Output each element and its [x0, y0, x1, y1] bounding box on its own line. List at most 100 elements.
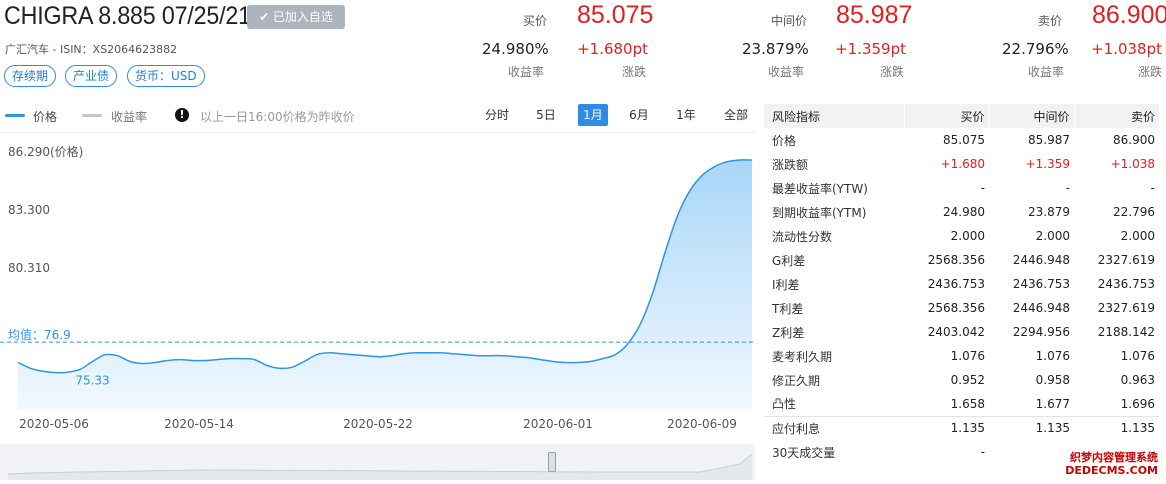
bid-price: 85.075 — [577, 1, 654, 29]
x-tick-label: 2020-05-22 — [343, 417, 413, 431]
row-mid: 2436.753 — [1012, 277, 1070, 291]
row-mid: 1.076 — [1035, 349, 1070, 363]
tag-bond-type[interactable]: 产业债 — [65, 65, 118, 87]
row-mid: 2446.948 — [1012, 253, 1070, 267]
price-legend-label[interactable]: 价格 — [33, 108, 57, 125]
ask-change-label: 涨跌 — [1138, 65, 1163, 79]
range-5d-button[interactable]: 5日 — [529, 104, 563, 126]
min-label: 75.33 — [75, 374, 109, 388]
row-bid: +1.680 — [940, 157, 985, 171]
row-bid: 1.135 — [904, 415, 989, 440]
risk-indicator-table: 风险指标 买价 中间价 卖价 价格 85.075 85.987 86.900 涨跌额 +1… — [764, 104, 1159, 464]
table-row: G利差 2568.356 2446.948 2327.619 — [764, 248, 1159, 272]
range-1y-button[interactable]: 1年 — [669, 104, 703, 126]
table-row: 麦考利久期 1.076 1.076 1.076 — [764, 344, 1159, 368]
table-row: I利差 2436.753 2436.753 2436.753 — [764, 272, 1159, 296]
row-label: I利差 — [772, 277, 800, 292]
x-tick-label: 2020-06-01 — [523, 417, 593, 431]
mid-yield: 23.879% — [742, 40, 809, 58]
table-row: 到期收益率(YTM) 24.980 23.879 22.796 — [764, 200, 1159, 224]
watermark: 织梦内容管理系统 DEDECMS.COM — [1065, 451, 1158, 477]
row-bid: 2.000 — [950, 229, 985, 243]
ask-yield-label: 收益率 — [1028, 65, 1065, 79]
x-tick-label: 2020-05-14 — [164, 417, 234, 431]
navigator-handle[interactable] — [548, 452, 556, 472]
tag-currency[interactable]: 货币：USD — [127, 65, 205, 87]
row-ask: 1.135 — [1074, 415, 1159, 440]
row-label: G利差 — [772, 253, 806, 268]
x-tick-label: 2020-05-06 — [19, 417, 89, 431]
bid-label: 买价 — [522, 14, 547, 28]
table-row: T利差 2568.356 2446.948 2327.619 — [764, 296, 1159, 320]
range-intraday-button[interactable]: 分时 — [479, 104, 515, 126]
price-legend-swatch[interactable] — [5, 114, 25, 117]
ask-yield: 22.796% — [1002, 40, 1069, 58]
mid-change-label: 涨跌 — [880, 65, 905, 79]
range-navigator[interactable] — [0, 444, 755, 480]
bid-change-label: 涨跌 — [622, 65, 647, 79]
col-header-bid: 买价 — [903, 104, 989, 128]
row-mid: 2446.948 — [1012, 301, 1070, 315]
table-row: 凸性 1.658 1.677 1.696 — [764, 392, 1159, 416]
price-chart[interactable]: 均值：76.9 75.33 86.290(价格) 83.300 80.310 2020-0… — [0, 132, 755, 432]
row-mid: 1.135 — [989, 415, 1074, 440]
row-ask: 86.900 — [1113, 133, 1155, 147]
table-row: 最差收益率(YTW) - - - — [764, 176, 1159, 200]
mid-label: 中间价 — [770, 14, 807, 28]
row-ask: 2436.753 — [1097, 277, 1155, 291]
row-bid: 2403.042 — [927, 325, 985, 339]
row-mid: - — [1065, 181, 1070, 195]
range-all-button[interactable]: 全部 — [717, 104, 755, 126]
row-label: Z利差 — [772, 325, 805, 340]
watermark-line-1: 织梦内容管理系统 — [1070, 451, 1158, 464]
row-bid: 2568.356 — [927, 301, 985, 315]
row-label: 最差收益率(YTW) — [772, 181, 868, 196]
yield-legend-swatch[interactable] — [82, 114, 102, 117]
yield-legend-label[interactable]: 收益率 — [111, 108, 147, 125]
mid-price: 85.987 — [836, 1, 913, 29]
row-label: 凸性 — [772, 397, 797, 412]
mid-yield-label: 收益率 — [768, 65, 805, 79]
added-to-watchlist-button[interactable]: ✔ 已加入自选 — [247, 5, 345, 29]
info-icon: ! — [175, 108, 189, 122]
bid-yield: 24.980% — [482, 40, 549, 58]
row-bid: - — [980, 181, 985, 195]
row-label: 流动性分数 — [772, 229, 833, 244]
watermark-line-2: DEDECMS.COM — [1065, 464, 1158, 477]
ask-price: 86.900 — [1092, 1, 1166, 29]
row-ask: 2.000 — [1120, 229, 1155, 243]
row-mid: +1.359 — [1025, 157, 1070, 171]
row-ask: 22.796 — [1113, 205, 1155, 219]
tag-status[interactable]: 存续期 — [4, 65, 57, 87]
table-header-row: 风险指标 买价 中间价 卖价 — [764, 104, 1159, 128]
row-bid: 1.076 — [950, 349, 985, 363]
range-6m-button[interactable]: 6月 — [622, 104, 656, 126]
row-bid: 0.952 — [950, 373, 985, 387]
mid-change: +1.359pt — [835, 40, 906, 58]
y-tick-label: 86.290(价格) — [8, 144, 83, 159]
bond-title: CHIGRA 8.885 07/25/21 — [4, 2, 251, 30]
row-ask: 1.696 — [1120, 396, 1155, 411]
price-chart-svg: 均值：76.9 75.33 86.290(价格) 83.300 80.310 2020-0… — [0, 144, 755, 431]
row-label: 麦考利久期 — [772, 349, 833, 364]
row-label: 到期收益率(YTM) — [772, 205, 867, 220]
col-header-indicator: 风险指标 — [764, 104, 904, 128]
row-mid: 1.677 — [1035, 396, 1070, 411]
bid-yield-label: 收益率 — [508, 65, 545, 79]
row-mid — [989, 440, 1074, 464]
table-row: 应付利息 1.135 1.135 1.135 — [764, 415, 1159, 440]
row-mid: 2294.956 — [1012, 325, 1070, 339]
row-bid: 1.658 — [950, 396, 985, 411]
row-mid: 23.879 — [1028, 205, 1070, 219]
row-ask: 2327.619 — [1097, 253, 1155, 267]
bid-change: +1.680pt — [577, 40, 648, 58]
row-label: 涨跌额 — [772, 157, 809, 172]
range-1m-button[interactable]: 1月 — [578, 104, 608, 126]
row-ask: 1.076 — [1120, 349, 1155, 363]
col-header-mid: 中间价 — [988, 104, 1074, 128]
ask-label: 卖价 — [1037, 14, 1062, 28]
row-mid: 2.000 — [1035, 229, 1070, 243]
row-bid: 85.075 — [943, 133, 985, 147]
price-area-fill — [18, 159, 752, 410]
row-mid: 0.958 — [1035, 373, 1070, 387]
